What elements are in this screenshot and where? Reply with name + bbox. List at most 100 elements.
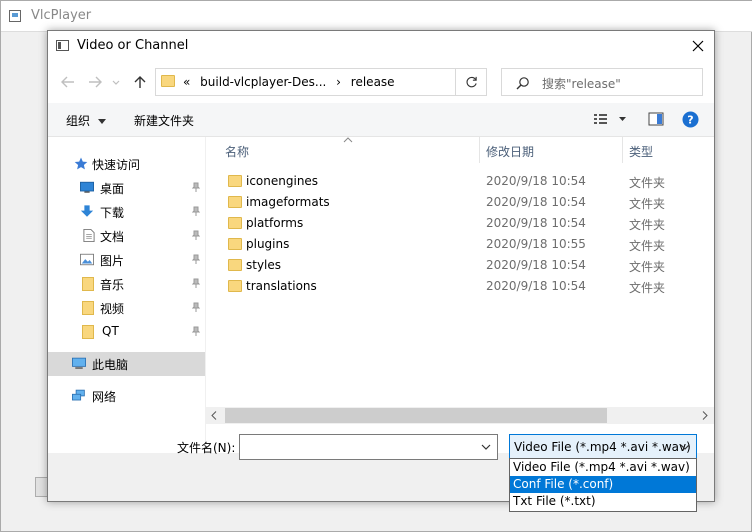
file-type: 文件夹 [629,281,666,295]
pin-icon[interactable] [192,254,200,264]
file-row[interactable]: styles 2020/9/18 10:54 文件夹 [206,255,714,276]
pin-icon[interactable] [192,230,200,240]
help-icon: ? [682,111,699,128]
file-type: 文件夹 [629,260,666,274]
parent-title-bar: VlcPlayer [1,1,752,32]
folder-icon [228,280,242,292]
filename-combobox[interactable] [239,434,498,460]
folder-icon [228,259,242,271]
document-icon [83,229,95,242]
up-button[interactable] [132,74,150,92]
file-row[interactable]: iconengines 2020/9/18 10:54 文件夹 [206,171,714,192]
folder-icon [82,277,94,291]
pin-icon[interactable] [192,302,200,312]
column-header-date[interactable]: 修改日期 [486,143,534,160]
column-header-name[interactable]: 名称 [225,143,249,160]
nav-label: 图片 [100,254,125,268]
svg-text:?: ? [687,114,693,127]
file-dialog: Video or Channel « build-vlcplayer-Des..… [47,30,715,502]
breadcrumb-item[interactable]: build-vlcplayer-Des... [200,75,326,89]
nav-this-pc[interactable]: 此电脑 [48,352,205,376]
file-row[interactable]: platforms 2020/9/18 10:54 文件夹 [206,213,714,234]
close-icon [692,40,704,52]
file-date: 2020/9/18 10:54 [486,174,586,188]
file-type: 文件夹 [629,218,666,232]
nav-label: 桌面 [100,182,125,196]
filetype-option[interactable]: Txt File (*.txt) [510,493,696,510]
close-button[interactable] [682,31,714,61]
nav-label: 此电脑 [92,358,129,372]
horizontal-scrollbar[interactable] [206,407,714,424]
pin-icon[interactable] [192,182,200,192]
column-divider[interactable] [479,137,480,163]
file-date: 2020/9/18 10:55 [486,237,586,251]
pin-icon[interactable] [192,326,200,336]
list-view-icon [594,114,626,124]
arrow-right-icon [89,76,102,88]
nav-label: QT [102,324,119,338]
filetype-dropdown-list: Video File (*.mp4 *.avi *.wav) Conf File… [509,458,697,512]
new-folder-button[interactable]: 新建文件夹 [134,112,194,129]
filetype-option[interactable]: Video File (*.mp4 *.avi *.wav) [510,459,696,476]
breadcrumb-separator[interactable]: › [336,75,341,89]
scrollbar-thumb[interactable] [225,408,607,423]
nav-item-qt[interactable]: QT [48,320,205,344]
pin-icon[interactable] [192,206,200,216]
column-header-type[interactable]: 类型 [629,143,653,160]
organize-button[interactable]: 组织 [66,112,106,129]
file-name: platforms [246,216,304,230]
chevron-down-icon[interactable] [481,444,491,451]
arrow-up-icon [134,76,146,88]
folder-icon [161,75,175,87]
search-box[interactable]: 搜索"release" [501,68,703,96]
filetype-selected: Video File (*.mp4 *.avi *.wav) [514,440,691,454]
back-button[interactable] [60,74,78,92]
nav-item-documents[interactable]: 文档 [48,224,205,248]
file-name: translations [246,279,317,293]
toolbar: 组织 新建文件夹 ? [48,103,714,137]
address-bar[interactable]: « build-vlcplayer-Des... › release [155,68,486,96]
file-list: 名称 修改日期 类型 iconengines 2020/9/18 10:54 文… [206,137,714,453]
nav-label: 音乐 [100,278,125,292]
desktop-icon [80,181,94,193]
pin-icon[interactable] [192,278,200,288]
column-divider[interactable] [622,137,623,163]
preview-pane-button[interactable] [648,112,664,129]
nav-label: 下载 [100,206,125,220]
star-icon [74,157,88,170]
file-row[interactable]: plugins 2020/9/18 10:55 文件夹 [206,234,714,255]
sort-ascending-icon [343,137,353,143]
recent-locations-button[interactable] [112,74,124,92]
view-options-button[interactable] [593,112,627,129]
help-button[interactable]: ? [682,111,699,131]
nav-item-pictures[interactable]: 图片 [48,248,205,272]
arrow-left-icon [61,76,74,88]
file-date: 2020/9/18 10:54 [486,216,586,230]
refresh-button[interactable] [455,68,487,96]
folder-icon [82,301,94,315]
nav-item-desktop[interactable]: 桌面 [48,176,205,200]
file-date: 2020/9/18 10:54 [486,195,586,209]
chevron-down-icon [112,80,120,85]
nav-item-downloads[interactable]: 下载 [48,200,205,224]
file-row[interactable]: translations 2020/9/18 10:54 文件夹 [206,276,714,297]
filetype-option[interactable]: Conf File (*.conf) [510,476,696,493]
scroll-left-icon[interactable] [211,411,217,420]
breadcrumb-item[interactable]: release [351,75,395,89]
preview-pane-icon [648,112,664,126]
breadcrumb-overflow[interactable]: « [183,75,190,89]
nav-quick-access[interactable]: 快速访问 [48,152,205,176]
nav-item-videos[interactable]: 视频 [48,296,205,320]
file-row[interactable]: imageformats 2020/9/18 10:54 文件夹 [206,192,714,213]
nav-network[interactable]: 网络 [48,384,205,408]
forward-button[interactable] [87,74,105,92]
nav-item-music[interactable]: 音乐 [48,272,205,296]
file-type: 文件夹 [629,197,666,211]
file-name: styles [246,258,282,272]
filename-input[interactable] [243,436,473,458]
nav-label: 网络 [92,390,117,404]
breadcrumb: « build-vlcplayer-Des... › release [183,75,401,89]
filetype-select[interactable]: Video File (*.mp4 *.avi *.wav) [509,434,697,460]
file-name: plugins [246,237,290,251]
scroll-right-icon[interactable] [702,411,708,420]
